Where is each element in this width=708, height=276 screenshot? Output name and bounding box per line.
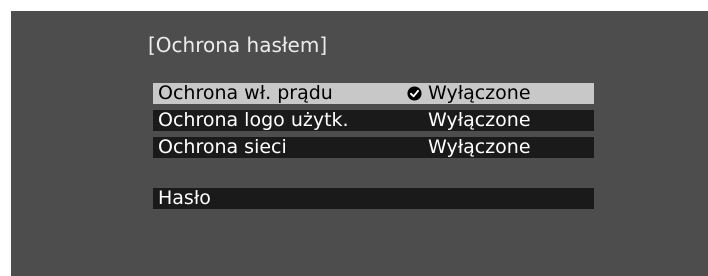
- menu-item-value: Wyłączone: [428, 82, 531, 104]
- menu-item-label: Hasło: [158, 187, 211, 209]
- menu-item-password[interactable]: Hasło: [153, 188, 594, 209]
- menu-item-network-protection[interactable]: Ochrona sieci Wyłączone: [153, 137, 594, 158]
- menu-item-value: Wyłączone: [428, 136, 531, 158]
- menu-item-value: Wyłączone: [428, 109, 531, 131]
- menu-item-power-on-protection[interactable]: Ochrona wł. prądu Wyłączone: [153, 83, 594, 104]
- menu-item-label: Ochrona sieci: [158, 136, 287, 158]
- projector-menu-screen: [Ochrona hasłem] Ochrona wł. prądu Wyłąc…: [11, 11, 708, 276]
- menu-title: [Ochrona hasłem]: [148, 33, 328, 57]
- menu-item-label: Ochrona logo użytk.: [158, 109, 349, 131]
- menu-item-label: Ochrona wł. prądu: [158, 82, 333, 104]
- menu-item-user-logo-protection[interactable]: Ochrona logo użytk. Wyłączone: [153, 110, 594, 131]
- check-circle-icon: [407, 86, 422, 101]
